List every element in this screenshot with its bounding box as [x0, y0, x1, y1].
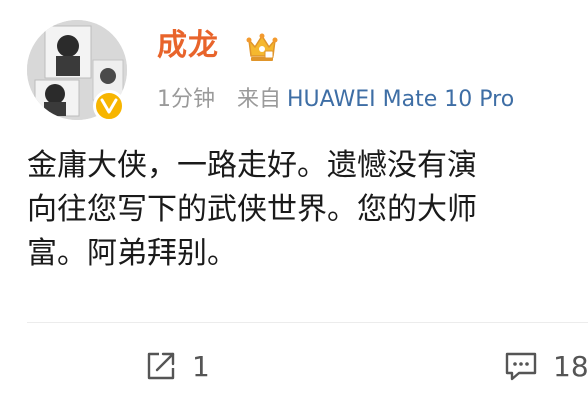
weibo-post: 成龙 1分钟 来自 HUAWEI Mate 10 Pro 金庸大侠，一路走好。遗憾没…	[0, 0, 588, 407]
repost-button[interactable]: 1	[144, 344, 210, 388]
divider	[27, 322, 588, 323]
comment-icon	[503, 349, 539, 383]
verified-v-icon	[93, 90, 125, 122]
author-name[interactable]: 成龙	[157, 24, 219, 68]
comment-count: 18	[553, 349, 588, 383]
post-meta: 1分钟 来自 HUAWEI Mate 10 Pro	[157, 84, 514, 116]
content-line: 富。阿弟拜别。	[27, 236, 237, 271]
source-device-link[interactable]: HUAWEI Mate 10 Pro	[287, 87, 514, 112]
content-line: 向往您写下的武侠世界。您的大师	[27, 192, 477, 227]
repost-count: 1	[192, 349, 210, 383]
post-content: 金庸大侠，一路走好。遗憾没有演 向往您写下的武侠世界。您的大师 富。阿弟拜别。	[27, 144, 588, 276]
comment-button[interactable]: 18	[503, 344, 588, 388]
crown-icon[interactable]	[245, 30, 279, 64]
content-line: 金庸大侠，一路走好。遗憾没有演	[27, 148, 477, 183]
share-icon	[144, 349, 178, 383]
source-prefix: 来自	[237, 87, 282, 112]
post-time: 1分钟	[157, 87, 215, 112]
